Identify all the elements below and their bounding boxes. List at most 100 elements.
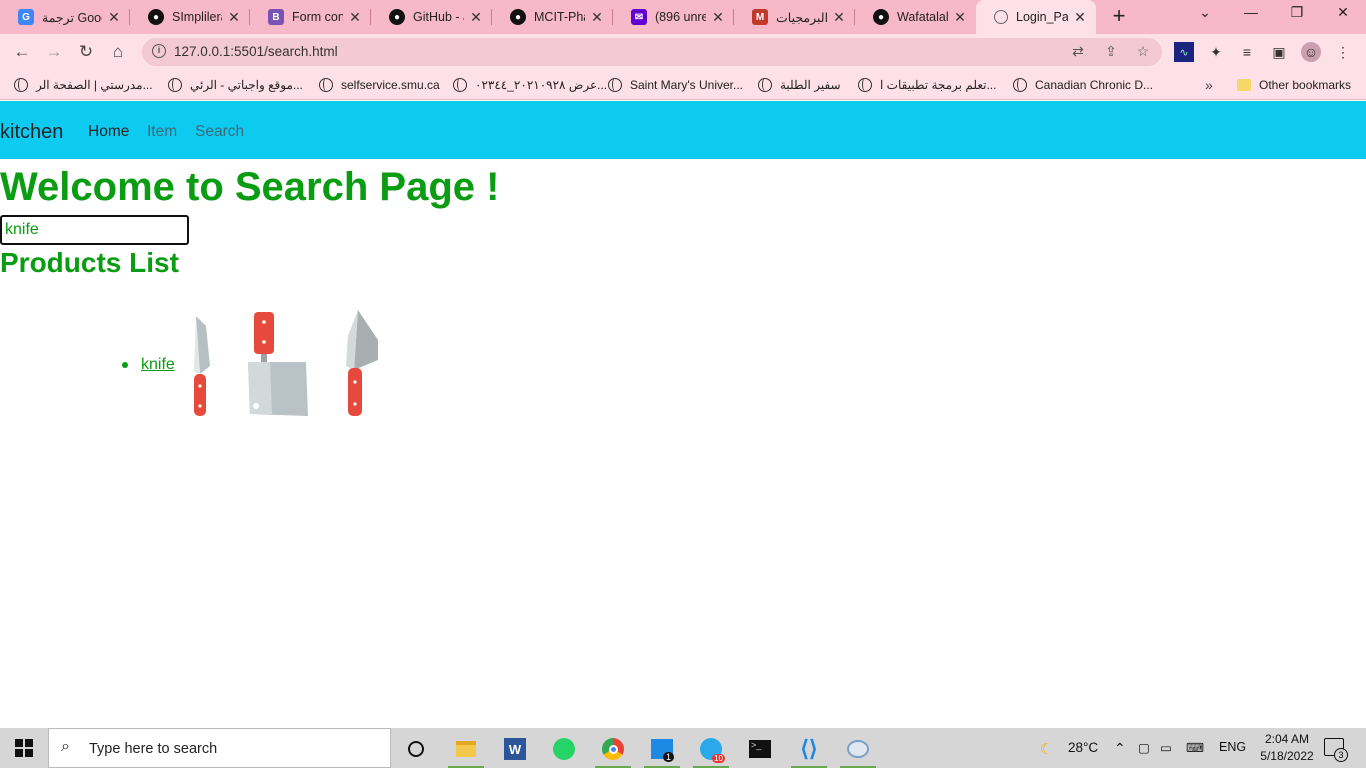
tab-form-controls[interactable]: B Form cont ✕ xyxy=(250,0,371,34)
new-tab-button[interactable]: + xyxy=(1108,5,1130,29)
word-icon[interactable]: W xyxy=(495,732,535,766)
tab-title: MCIT-Phas xyxy=(534,10,585,24)
menu-icon[interactable]: ⋮ xyxy=(1333,42,1353,62)
m-icon: M xyxy=(752,9,768,25)
bookmark-item[interactable]: Canadian Chronic D... xyxy=(1013,76,1153,94)
bookmark-item[interactable]: Saint Mary's Univer... xyxy=(608,76,743,94)
extension-wave-icon[interactable]: ∿ xyxy=(1174,42,1194,62)
globe-icon xyxy=(319,78,333,92)
bookmark-item[interactable]: مدرستي | الصفحة الر... xyxy=(14,76,153,94)
bookmark-item[interactable]: سفير الطلبة xyxy=(758,76,841,94)
side-panel-icon[interactable]: ▣ xyxy=(1269,42,1289,62)
terminal-icon[interactable]: >_ xyxy=(740,732,780,766)
bookmarks-overflow-button[interactable]: » xyxy=(1205,76,1213,94)
github-icon: ● xyxy=(148,9,164,25)
globe-icon xyxy=(608,78,622,92)
bookmark-star-icon[interactable]: ☆ xyxy=(1134,43,1152,61)
battery-icon[interactable]: ▭ xyxy=(1160,740,1172,755)
bookmark-item[interactable]: عرض ٢٠٢١٠٩٢٨_٠٢٣٤٤... xyxy=(453,76,607,94)
search-input[interactable] xyxy=(0,215,189,245)
paint-icon[interactable] xyxy=(838,732,878,768)
windows-taskbar: ⌕ Type here to search W 1 10 >_ ⟨⟩ ☾ 28°… xyxy=(0,728,1366,768)
share-icon[interactable]: ⇪ xyxy=(1102,43,1120,61)
vscode-icon[interactable]: ⟨⟩ xyxy=(789,732,829,768)
nav-link-item[interactable]: Item xyxy=(147,123,177,141)
keyboard-icon[interactable]: ⌨ xyxy=(1186,740,1204,755)
bookmark-label: selfservice.smu.ca xyxy=(341,78,440,92)
whatsapp-icon[interactable] xyxy=(544,732,584,766)
bookmark-label: تعلم برمجة تطبيقات ا... xyxy=(880,78,997,92)
list-bullet xyxy=(122,362,128,368)
reload-button[interactable]: ↻ xyxy=(75,41,97,63)
tab-yahoo-mail[interactable]: ✉ (896 unrea ✕ xyxy=(613,0,734,34)
close-icon[interactable]: ✕ xyxy=(226,9,242,26)
bookmark-label: Canadian Chronic D... xyxy=(1035,78,1154,92)
translate-icon[interactable]: ⇄ xyxy=(1069,43,1087,61)
tab-programming[interactable]: M البرمجيات ✕ xyxy=(734,0,855,34)
address-url[interactable]: 127.0.0.1:5501/search.html xyxy=(174,44,338,59)
tab-simplilearn[interactable]: ● SImplileran ✕ xyxy=(130,0,250,34)
tab-search-icon[interactable]: ⌄ xyxy=(1190,4,1220,28)
close-icon[interactable]: ✕ xyxy=(831,9,847,26)
globe-icon xyxy=(758,78,772,92)
taskbar-search-box[interactable]: ⌕ Type here to search xyxy=(48,728,391,768)
tab-title: (896 unrea xyxy=(655,10,706,24)
file-explorer-icon[interactable] xyxy=(446,732,486,768)
tab-wafatalal[interactable]: ● Wafatalal/ ✕ xyxy=(855,0,976,34)
forward-button[interactable]: → xyxy=(43,41,65,63)
reading-list-icon[interactable]: ≡ xyxy=(1237,42,1257,62)
github-icon: ● xyxy=(389,9,405,25)
profile-avatar-icon[interactable]: ☺ xyxy=(1301,42,1321,62)
tab-github[interactable]: ● GitHub - a ✕ xyxy=(371,0,492,34)
close-icon[interactable]: ✕ xyxy=(710,9,726,26)
knives-image[interactable] xyxy=(188,306,388,421)
other-bookmarks-folder[interactable]: Other bookmarks xyxy=(1237,76,1351,94)
tab-title: البرمجيات xyxy=(776,10,827,25)
close-icon[interactable]: ✕ xyxy=(347,9,363,26)
mail-icon[interactable]: 1 xyxy=(642,732,682,768)
minimize-button[interactable]: — xyxy=(1236,4,1266,28)
close-window-button[interactable]: ✕ xyxy=(1328,4,1358,28)
close-icon[interactable]: ✕ xyxy=(468,9,484,26)
tab-title: Form cont xyxy=(292,10,343,24)
bookmark-item[interactable]: selfservice.smu.ca xyxy=(319,76,440,94)
clock-date: 5/18/2022 xyxy=(1260,749,1314,763)
weather-icon[interactable]: ☾ xyxy=(1040,740,1053,758)
globe-icon xyxy=(1013,78,1027,92)
folder-icon xyxy=(1237,79,1251,91)
site-info-icon[interactable]: i xyxy=(152,44,166,58)
windows-start-icon[interactable] xyxy=(4,731,44,765)
globe-icon xyxy=(453,78,467,92)
device-icon[interactable]: ▢ xyxy=(1138,740,1150,755)
home-button[interactable]: ⌂ xyxy=(107,41,129,63)
language-indicator[interactable]: ENG xyxy=(1219,740,1246,754)
tab-google-translate[interactable]: G ترجمة Google ✕ xyxy=(0,0,130,34)
close-icon[interactable]: ✕ xyxy=(106,9,122,26)
close-icon[interactable]: ✕ xyxy=(589,9,605,26)
chevron-up-icon[interactable]: ⌃ xyxy=(1114,740,1126,757)
cortana-icon[interactable] xyxy=(396,732,436,766)
address-bar[interactable]: i 127.0.0.1:5501/search.html ⇄ ⇪ ☆ xyxy=(142,38,1162,66)
chrome-icon[interactable] xyxy=(593,732,633,768)
navbar-brand[interactable]: kitchen xyxy=(0,121,63,144)
product-link[interactable]: knife xyxy=(141,356,175,374)
nav-link-home[interactable]: Home xyxy=(88,123,129,141)
tab-login-page[interactable]: Login_Pag ✕ xyxy=(976,0,1096,34)
bookmark-label: مدرستي | الصفحة الر... xyxy=(36,78,153,92)
system-clock[interactable]: 2:04 AM 5/18/2022 xyxy=(1255,731,1319,765)
tab-mcit[interactable]: ● MCIT-Phas ✕ xyxy=(492,0,613,34)
products-heading: Products List xyxy=(0,247,179,278)
back-button[interactable]: ← xyxy=(11,41,33,63)
telegram-icon[interactable]: 10 xyxy=(691,732,731,768)
extensions-puzzle-icon[interactable]: ✦ xyxy=(1206,42,1226,62)
bookmark-item[interactable]: موقع واجباتي - الرئي... xyxy=(168,76,303,94)
bookmark-item[interactable]: تعلم برمجة تطبيقات ا... xyxy=(858,76,996,94)
clock-time: 2:04 AM xyxy=(1264,732,1310,746)
close-icon[interactable]: ✕ xyxy=(1072,9,1088,26)
weather-temperature[interactable]: 28°C xyxy=(1068,740,1098,755)
restore-button[interactable]: ❐ xyxy=(1282,4,1312,28)
globe-icon xyxy=(858,78,872,92)
bookmark-label: عرض ٢٠٢١٠٩٢٨_٠٢٣٤٤... xyxy=(475,78,608,92)
nav-link-search[interactable]: Search xyxy=(195,123,244,141)
close-icon[interactable]: ✕ xyxy=(952,9,968,26)
